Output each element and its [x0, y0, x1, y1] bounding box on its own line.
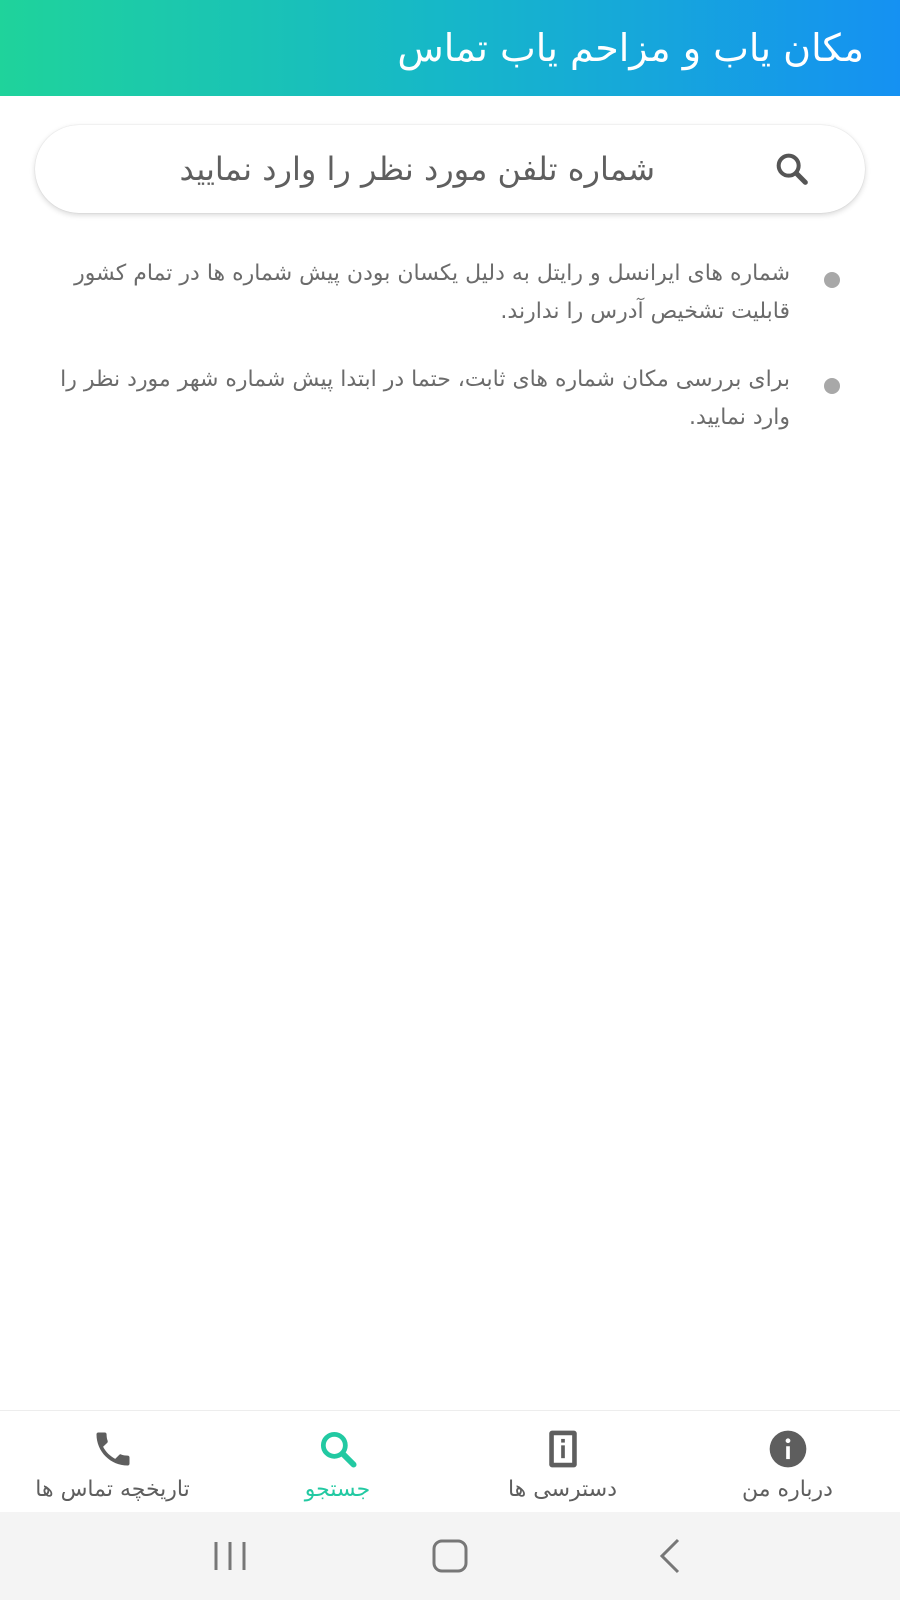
search-icon [320, 1431, 357, 1468]
info-icon [769, 1430, 806, 1468]
nav-label-permissions: دسترسی ها [507, 1477, 618, 1502]
bottom-navigation: تاریخچه تماس ها جستجو دسترسی ها درباره م… [0, 1410, 900, 1512]
nav-label-call-history: تاریخچه تماس ها [35, 1477, 190, 1502]
info-list: شماره های ایرانسل و رایتل به دلیل یکسان … [60, 255, 840, 467]
nav-tab-search[interactable]: جستجو [225, 1411, 450, 1513]
recent-apps-icon [214, 1542, 246, 1570]
recent-apps-button[interactable] [200, 1526, 260, 1586]
nav-label-about: درباره من [742, 1477, 833, 1502]
nav-tab-about[interactable]: درباره من [675, 1411, 900, 1513]
info-text-landline: برای بررسی مکان شماره های ثابت، حتما در … [60, 367, 790, 430]
back-icon [659, 1538, 680, 1574]
back-button[interactable] [640, 1526, 700, 1586]
app-root: مکان یاب و مزاحم یاب تماس شماره های ایرا… [0, 0, 900, 1600]
nav-tab-call-history[interactable]: تاریخچه تماس ها [0, 1411, 225, 1513]
system-navigation-bar [0, 1512, 900, 1600]
search-bar[interactable] [35, 125, 865, 213]
search-button[interactable] [769, 146, 815, 192]
info-item: برای بررسی مکان شماره های ثابت، حتما در … [60, 361, 840, 437]
nav-tab-permissions[interactable]: دسترسی ها [450, 1411, 675, 1513]
nav-label-search: جستجو [304, 1477, 371, 1502]
permissions-icon [548, 1430, 577, 1468]
bullet-icon [824, 272, 840, 288]
search-icon [776, 153, 808, 185]
info-item: شماره های ایرانسل و رایتل به دلیل یکسان … [60, 255, 840, 331]
bullet-icon [824, 378, 840, 394]
app-title: مکان یاب و مزاحم یاب تماس [397, 26, 864, 70]
info-text-operators: شماره های ایرانسل و رایتل به دلیل یکسان … [74, 261, 790, 324]
phone-search-input[interactable] [71, 150, 655, 188]
home-icon [432, 1539, 468, 1573]
app-header: مکان یاب و مزاحم یاب تماس [0, 0, 900, 96]
home-button[interactable] [420, 1526, 480, 1586]
phone-icon [96, 1432, 129, 1466]
